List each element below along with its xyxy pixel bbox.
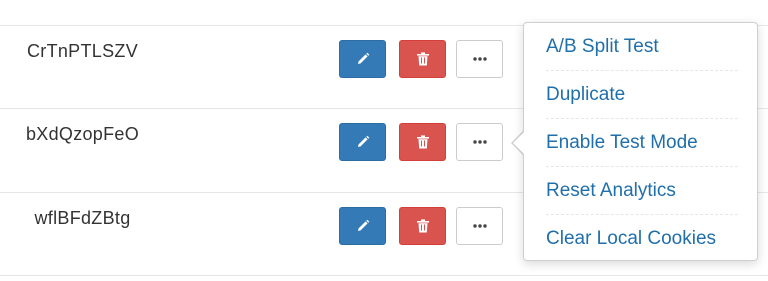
delete-button[interactable] <box>399 40 446 78</box>
row-divider <box>0 275 768 276</box>
more-options-button[interactable] <box>456 123 503 161</box>
edit-button[interactable] <box>339 123 386 161</box>
menu-item-reset-analytics[interactable]: Reset Analytics <box>546 167 738 215</box>
row-name: CrTnPTLSZV <box>26 41 139 61</box>
pencil-icon <box>356 52 370 66</box>
menu-item-ab-split-test[interactable]: A/B Split Test <box>546 23 738 71</box>
trash-icon <box>416 219 429 233</box>
more-options-dropdown: A/B Split Test Duplicate Enable Test Mod… <box>523 22 758 261</box>
more-options-button[interactable] <box>456 40 503 78</box>
ellipsis-icon <box>472 57 487 61</box>
pencil-icon <box>356 219 370 233</box>
trash-icon <box>416 135 429 149</box>
edit-button[interactable] <box>339 40 386 78</box>
dropdown-arrow-fill <box>513 132 524 154</box>
pencil-icon <box>356 135 370 149</box>
ellipsis-icon <box>472 140 487 144</box>
edit-button[interactable] <box>339 207 386 245</box>
delete-button[interactable] <box>399 207 446 245</box>
more-options-button[interactable] <box>456 207 503 245</box>
menu-item-clear-local-cookies[interactable]: Clear Local Cookies <box>546 215 738 263</box>
menu-item-duplicate[interactable]: Duplicate <box>546 71 738 119</box>
ellipsis-icon <box>472 224 487 228</box>
trash-icon <box>416 52 429 66</box>
row-name: wflBFdZBtg <box>34 208 131 228</box>
delete-button[interactable] <box>399 123 446 161</box>
row-name: bXdQzopFeO <box>25 124 140 144</box>
menu-item-enable-test-mode[interactable]: Enable Test Mode <box>546 119 738 167</box>
